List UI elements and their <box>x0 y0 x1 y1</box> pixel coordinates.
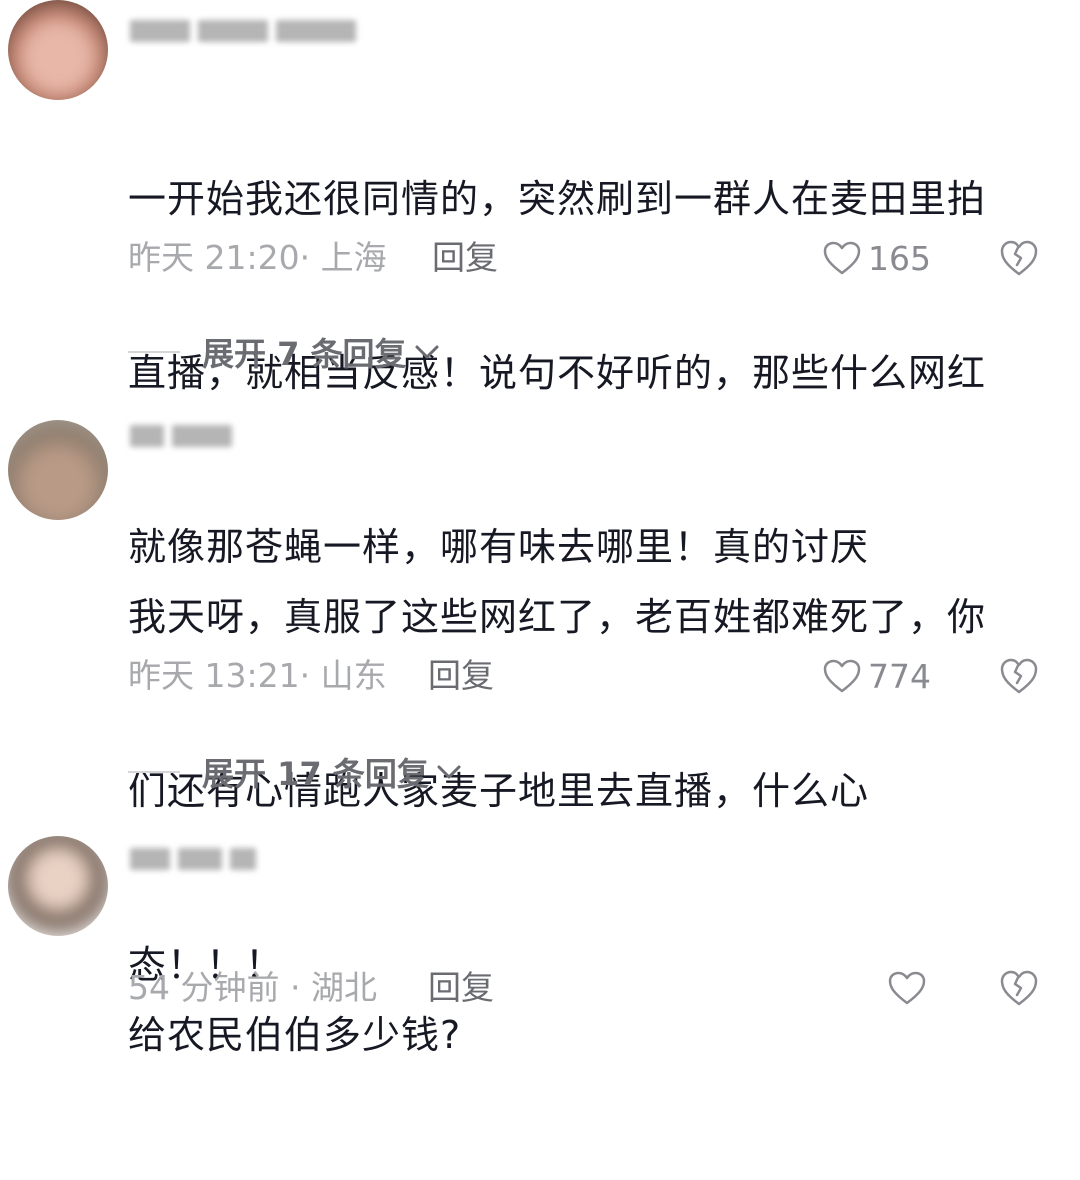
expand-replies-button[interactable]: 展开 17 条回复 <box>128 750 463 794</box>
username-blurred[interactable] <box>130 848 256 876</box>
divider-line <box>128 351 180 353</box>
comment-meta: 昨天 21:20· 上海 <box>128 238 387 277</box>
expand-replies-label: 展开 17 条回复 <box>202 755 429 793</box>
chevron-down-icon <box>415 345 439 359</box>
divider-line <box>128 771 180 773</box>
like-count: 165 <box>868 238 931 278</box>
heart-outline-icon <box>823 241 861 275</box>
like-button[interactable] <box>887 966 927 1010</box>
expand-replies-label: 展开 7 条回复 <box>202 335 407 373</box>
comment-meta: 54 分钟前 · 湖北 <box>128 968 377 1007</box>
reply-button[interactable]: 回复 <box>428 654 494 698</box>
reply-button[interactable]: 回复 <box>432 236 498 280</box>
like-button[interactable]: 165 <box>822 236 931 280</box>
broken-heart-icon[interactable] <box>999 968 1039 1008</box>
heart-outline-icon <box>888 971 926 1005</box>
username-blurred[interactable] <box>130 425 232 453</box>
broken-heart-icon[interactable] <box>999 238 1039 278</box>
expand-replies-button[interactable]: 展开 7 条回复 <box>128 330 441 374</box>
like-button[interactable]: 774 <box>822 654 931 698</box>
chevron-down-icon <box>437 765 461 779</box>
avatar[interactable] <box>8 0 108 100</box>
like-count: 774 <box>868 656 931 696</box>
avatar[interactable] <box>8 836 108 936</box>
comment-text: 给农民伯伯多少钱? <box>128 1013 462 1057</box>
avatar[interactable] <box>8 420 108 520</box>
broken-heart-icon[interactable] <box>999 656 1039 696</box>
comment-meta: 昨天 13:21· 山东 <box>128 656 387 695</box>
reply-button[interactable]: 回复 <box>428 966 494 1010</box>
username-blurred[interactable] <box>130 20 356 48</box>
heart-outline-icon <box>823 659 861 693</box>
